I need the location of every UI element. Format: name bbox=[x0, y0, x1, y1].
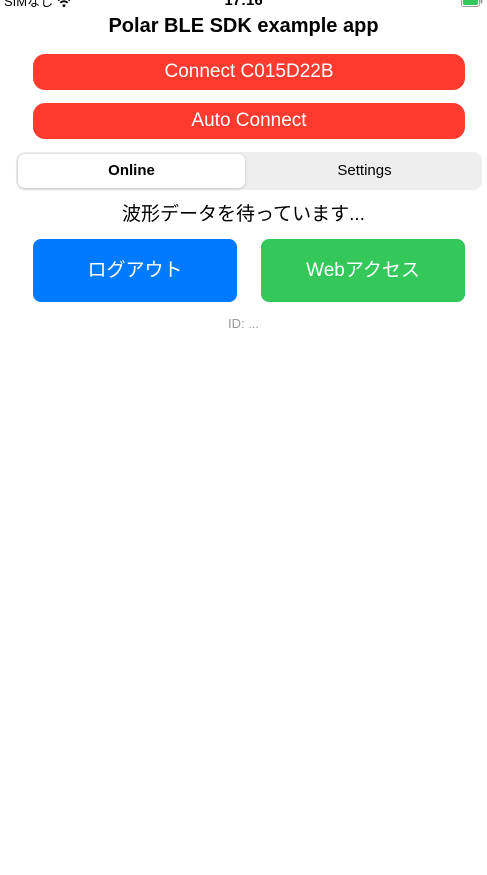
app-title: Polar BLE SDK example app bbox=[108, 15, 379, 37]
tab-settings[interactable]: Settings bbox=[249, 154, 480, 188]
auto-connect-button[interactable]: Auto Connect bbox=[33, 103, 465, 139]
connect-button[interactable]: Connect C015D22B bbox=[33, 54, 465, 90]
web-access-button[interactable]: Webアクセス bbox=[261, 239, 465, 302]
logout-button[interactable]: ログアウト bbox=[33, 239, 237, 302]
waveform-status-text: 波形データを待っています... bbox=[122, 204, 365, 225]
tab-segmented-control: Online Settings bbox=[16, 152, 482, 190]
status-time: 17:16 bbox=[224, 0, 263, 9]
battery-charging-icon bbox=[461, 0, 483, 7]
id-label: ID: ... bbox=[227, 316, 260, 331]
tab-online[interactable]: Online bbox=[18, 154, 245, 188]
status-bar: SIMなし 17:16 bbox=[0, 0, 487, 10]
